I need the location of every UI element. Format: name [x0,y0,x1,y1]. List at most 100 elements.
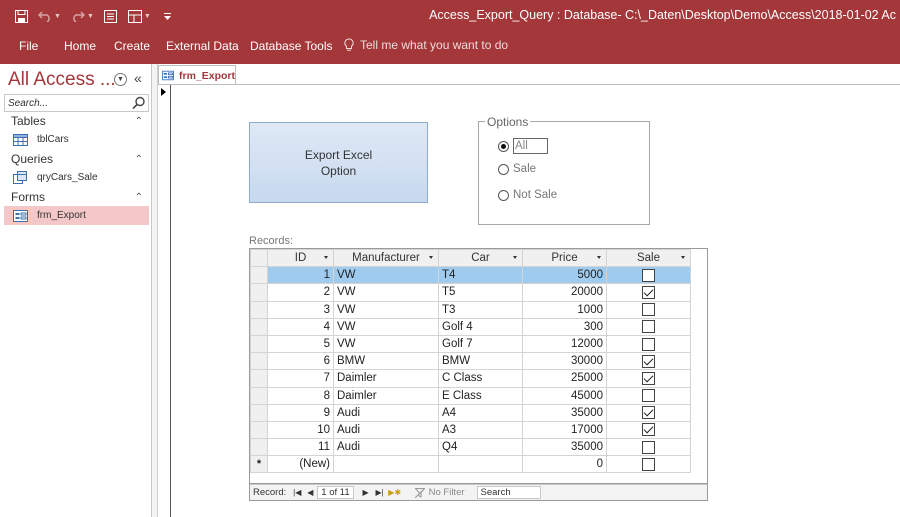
tab-database-tools[interactable]: Database Tools [250,39,333,53]
new-record-marker[interactable]: * [250,455,268,474]
nav-item-tblcars[interactable]: tblCars [4,130,149,149]
cell-id[interactable]: 2 [267,283,334,302]
row-selector[interactable] [250,317,268,336]
sale-checkbox[interactable] [642,285,655,299]
sale-checkbox[interactable] [642,268,655,282]
cell-price[interactable]: 45000 [522,386,607,405]
row-selector[interactable] [250,300,268,319]
cell-id[interactable]: 7 [267,369,334,388]
radio-all[interactable] [498,140,509,152]
cell-manufacturer[interactable]: BMW [333,352,439,371]
nav-item-frm-export[interactable]: frm_Export [4,206,149,225]
collapse-group-icon[interactable]: ⌃ [135,116,143,127]
column-header-id[interactable]: ID [267,248,334,268]
record-search-input[interactable] [476,486,541,499]
tab-external-data[interactable]: External Data [166,39,239,53]
table-row[interactable]: 3 VW T3 1000 [250,300,691,319]
sale-checkbox[interactable] [642,440,655,454]
cell-manufacturer[interactable]: VW [333,334,439,354]
option-all[interactable]: All [498,138,548,154]
sale-checkbox[interactable] [642,406,655,420]
table-row[interactable]: 2 VW T5 20000 [250,283,691,302]
nav-menu-dropdown-icon[interactable]: ▼ [114,73,127,86]
table-row[interactable]: 7 Daimler C Class 25000 [250,369,691,388]
cell-car[interactable]: C Class [438,369,523,388]
cell-id[interactable]: (New) [267,455,334,474]
cell-id[interactable]: 5 [267,334,334,354]
form-view-icon[interactable] [100,6,122,26]
cell-manufacturer[interactable]: Daimler [333,386,439,405]
cell-car[interactable]: Golf 7 [438,334,523,354]
cell-manufacturer[interactable]: Audi [333,403,439,422]
sort-dropdown-icon[interactable] [513,256,517,259]
last-record-icon[interactable]: ▶| [375,486,385,499]
radio-sale[interactable] [498,163,509,175]
collapse-group-icon[interactable]: ⌃ [135,192,143,203]
cell-price[interactable]: 35000 [522,438,607,457]
cell-car[interactable]: Q4 [438,438,523,457]
cell-id[interactable]: 11 [267,438,334,457]
column-header-price[interactable]: Price [522,248,607,268]
collapse-pane-icon[interactable]: « [134,70,142,86]
sale-checkbox[interactable] [642,371,655,385]
cell-price[interactable]: 35000 [522,403,607,422]
table-row[interactable]: 9 Audi A4 35000 [250,403,691,422]
cell-manufacturer[interactable]: Audi [333,420,439,440]
export-excel-option-button[interactable]: Export Excel Option [249,122,428,203]
cell-manufacturer[interactable]: Daimler [333,369,439,388]
sort-dropdown-icon[interactable] [324,256,328,259]
radio-not-sale[interactable] [498,189,509,201]
cell-price[interactable]: 17000 [522,420,607,440]
row-selector[interactable] [250,386,268,405]
group-tables[interactable]: Tables ⌃ [4,112,149,130]
cell-id[interactable]: 3 [267,300,334,319]
option-not-sale[interactable]: Not Sale [498,189,557,201]
no-filter-indicator[interactable]: No Filter [414,487,465,498]
nav-item-qrycars-sale[interactable]: qryCars_Sale [4,168,149,187]
form-record-selector[interactable] [158,85,171,517]
next-record-icon[interactable]: ▶ [362,486,370,499]
cell-price[interactable]: 5000 [522,266,607,285]
collapse-group-icon[interactable]: ⌃ [135,154,143,165]
layout-icon[interactable] [124,6,146,26]
row-selector[interactable] [250,369,268,388]
table-row[interactable]: 10 Audi A3 17000 [250,420,691,440]
record-position[interactable]: 1 of 11 [317,486,354,499]
sale-checkbox[interactable] [642,320,655,334]
row-selector[interactable] [250,352,268,371]
row-selector[interactable] [250,403,268,422]
table-row[interactable]: 6 BMW BMW 30000 [250,352,691,371]
group-queries[interactable]: Queries ⌃ [4,150,149,168]
table-row[interactable]: 8 Daimler E Class 45000 [250,386,691,405]
cell-price[interactable]: 1000 [522,300,607,319]
sale-checkbox[interactable] [642,354,655,368]
search-icon[interactable] [132,96,146,110]
sale-checkbox[interactable] [642,337,655,351]
document-tab-frm-export[interactable]: frm_Export [158,65,236,85]
cell-price[interactable]: 20000 [522,283,607,302]
redo-dropdown-icon[interactable]: ▼ [87,13,94,20]
cell-manufacturer[interactable]: VW [333,300,439,319]
layout-dropdown-icon[interactable]: ▼ [144,13,151,20]
row-selector[interactable] [250,283,268,302]
sort-dropdown-icon[interactable] [597,256,601,259]
cell-price[interactable]: 0 [522,455,607,474]
option-sale[interactable]: Sale [498,163,536,175]
cell-car[interactable]: A3 [438,420,523,440]
row-selector[interactable] [250,420,268,440]
table-row[interactable]: 1 VW T4 5000 [250,266,691,285]
cell-manufacturer[interactable] [333,455,439,474]
undo-dropdown-icon[interactable]: ▼ [54,13,61,20]
customize-icon[interactable] [157,6,179,26]
tab-create[interactable]: Create [114,39,150,53]
sale-checkbox[interactable] [642,457,655,471]
nav-pane-title[interactable]: All Access ... [8,69,116,91]
redo-icon[interactable] [67,6,89,26]
cell-id[interactable]: 6 [267,352,334,371]
cell-price[interactable]: 12000 [522,334,607,354]
column-header-car[interactable]: Car [438,248,523,268]
cell-car[interactable]: A4 [438,403,523,422]
row-selector[interactable] [250,334,268,354]
tab-home[interactable]: Home [64,39,96,53]
cell-manufacturer[interactable]: VW [333,283,439,302]
